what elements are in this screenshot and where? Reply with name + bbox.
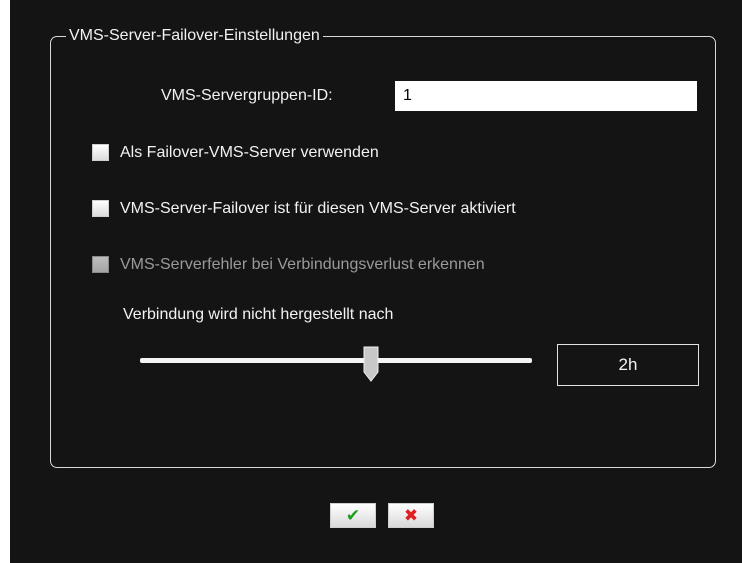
timeout-value-box[interactable]: 2h (557, 344, 699, 386)
server-group-id-label: VMS-Servergruppen-ID: (161, 87, 333, 104)
detect-server-failure-label: VMS-Serverfehler bei Verbindungsverlust … (120, 256, 485, 273)
timeout-label: Verbindung wird nicht hergestellt nach (123, 306, 394, 323)
failover-enabled-checkbox[interactable] (92, 200, 109, 217)
timeout-value: 2h (618, 355, 638, 374)
detect-server-failure-checkbox[interactable] (92, 256, 109, 273)
server-group-id-input[interactable] (395, 81, 697, 111)
cancel-button[interactable]: ✖ (388, 503, 434, 528)
use-as-failover-label[interactable]: Als Failover-VMS-Server verwenden (120, 143, 379, 163)
group-title: VMS-Server-Failover-Einstellungen (66, 26, 323, 46)
use-as-failover-checkbox[interactable] (92, 144, 109, 161)
x-icon: ✖ (403, 506, 419, 525)
ok-button[interactable]: ✔ (330, 503, 376, 528)
timeout-slider-track[interactable] (140, 358, 532, 363)
checkmark-icon: ✔ (345, 506, 361, 525)
failover-settings-dialog: VMS-Server-Failover-Einstellungen VMS-Se… (10, 0, 742, 563)
timeout-slider-thumb[interactable] (363, 346, 379, 382)
failover-enabled-label[interactable]: VMS-Server-Failover ist für diesen VMS-S… (120, 199, 516, 219)
